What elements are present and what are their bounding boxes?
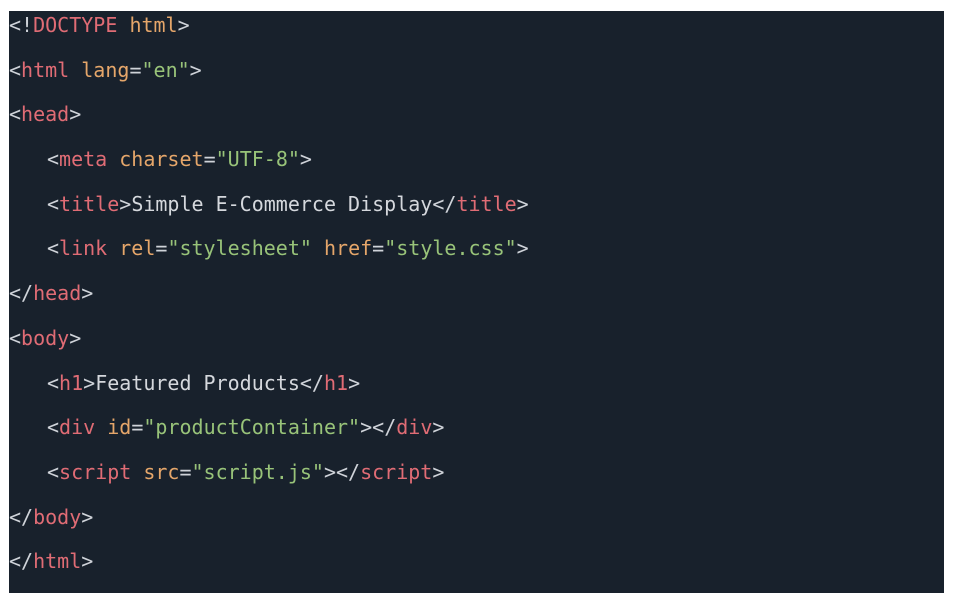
code-line: < body >: [9, 326, 944, 371]
code-token: id: [107, 415, 132, 440]
code-token: lang: [81, 57, 130, 82]
code-token: >: [81, 281, 94, 306]
code-token: h1: [323, 370, 349, 395]
code-token: </: [299, 370, 324, 395]
code-token: >: [516, 191, 529, 216]
code-token: >: [432, 459, 445, 484]
code-token: head: [21, 102, 70, 127]
code-token: "productContainer": [143, 415, 361, 440]
code-line: < h1 > Featured Products </h1 >: [9, 371, 944, 416]
code-token: =: [203, 147, 216, 172]
code-token: "UTF-8": [215, 147, 300, 172]
code-token: >: [516, 236, 529, 261]
code-token: >: [81, 549, 94, 574]
code-token: <: [9, 102, 22, 127]
code-token: >: [69, 102, 82, 127]
code-token: <: [47, 236, 60, 261]
code-token: >: [348, 370, 361, 395]
code-token: script: [59, 459, 132, 484]
code-line: <! DOCTYPE html >: [9, 13, 944, 58]
code-token: =: [179, 459, 192, 484]
code-token: >: [83, 370, 96, 395]
code-token: </: [432, 191, 457, 216]
code-token: >: [69, 325, 82, 350]
code-line: < head >: [9, 102, 944, 147]
code-token: html: [129, 13, 178, 37]
code-token: =: [129, 57, 142, 82]
code-token: =: [131, 415, 144, 440]
code-line: </body >: [9, 505, 944, 550]
code-token: <: [47, 191, 60, 216]
code-token: body: [33, 504, 82, 529]
code-token: charset: [119, 147, 204, 172]
code-token: <: [47, 147, 60, 172]
code-line: < title > Simple E-Commerce Display </title >: [9, 192, 944, 237]
code-token: src: [143, 459, 180, 484]
code-token: </: [9, 504, 34, 529]
code-token: <: [9, 325, 22, 350]
code-token: href: [323, 236, 373, 261]
code-token: </: [9, 549, 34, 574]
code-token: "stylesheet": [167, 236, 312, 261]
code-token: link: [59, 236, 108, 261]
code-token: </: [9, 281, 34, 306]
code-token: >: [81, 504, 94, 529]
code-token: title: [456, 191, 517, 216]
code-token: script: [360, 459, 433, 484]
code-token: <: [9, 57, 22, 82]
code-block: <! DOCTYPE html > < html lang = "en" > < head > < me…: [9, 11, 944, 593]
code-token: html: [33, 549, 82, 574]
code-token: "style.css": [384, 236, 517, 261]
code-token: rel: [119, 236, 156, 261]
code-token: >: [299, 147, 312, 172]
code-token: ></: [360, 415, 397, 440]
code-token: title: [59, 191, 120, 216]
code-token: body: [21, 325, 70, 350]
code-token: div: [59, 415, 96, 440]
code-token: =: [372, 236, 385, 261]
code-token: "en": [141, 57, 190, 82]
code-line: < meta charset = "UTF-8" >: [9, 147, 944, 192]
code-line: < div id = "productContainer" ></div >: [9, 415, 944, 460]
code-line: < script src = "script.js" ></script >: [9, 460, 944, 505]
code-token: <!: [9, 13, 34, 37]
code-token: >: [432, 415, 445, 440]
code-token: >: [119, 191, 132, 216]
code-token: =: [155, 236, 168, 261]
code-token: >: [189, 57, 202, 82]
code-token: html: [21, 57, 70, 82]
code-token: ></: [323, 459, 361, 484]
code-token: "script.js": [191, 459, 324, 484]
code-line: </html >: [9, 549, 944, 594]
code-token: div: [396, 415, 433, 440]
code-line: < link rel = "stylesheet" href = "style.css" >: [9, 236, 944, 281]
code-token: meta: [59, 147, 108, 172]
code-token: <: [47, 370, 60, 395]
code-token: Featured Products: [95, 370, 300, 395]
code-line: < html lang = "en" >: [9, 58, 944, 103]
code-line: </head >: [9, 281, 944, 326]
code-token: >: [177, 13, 190, 37]
code-token: h1: [59, 370, 84, 395]
code-token: <: [47, 459, 60, 484]
code-token: <: [47, 415, 60, 440]
code-token: head: [33, 281, 82, 306]
code-token: Simple E-Commerce Display: [131, 191, 433, 216]
code-token: DOCTYPE: [33, 13, 118, 37]
